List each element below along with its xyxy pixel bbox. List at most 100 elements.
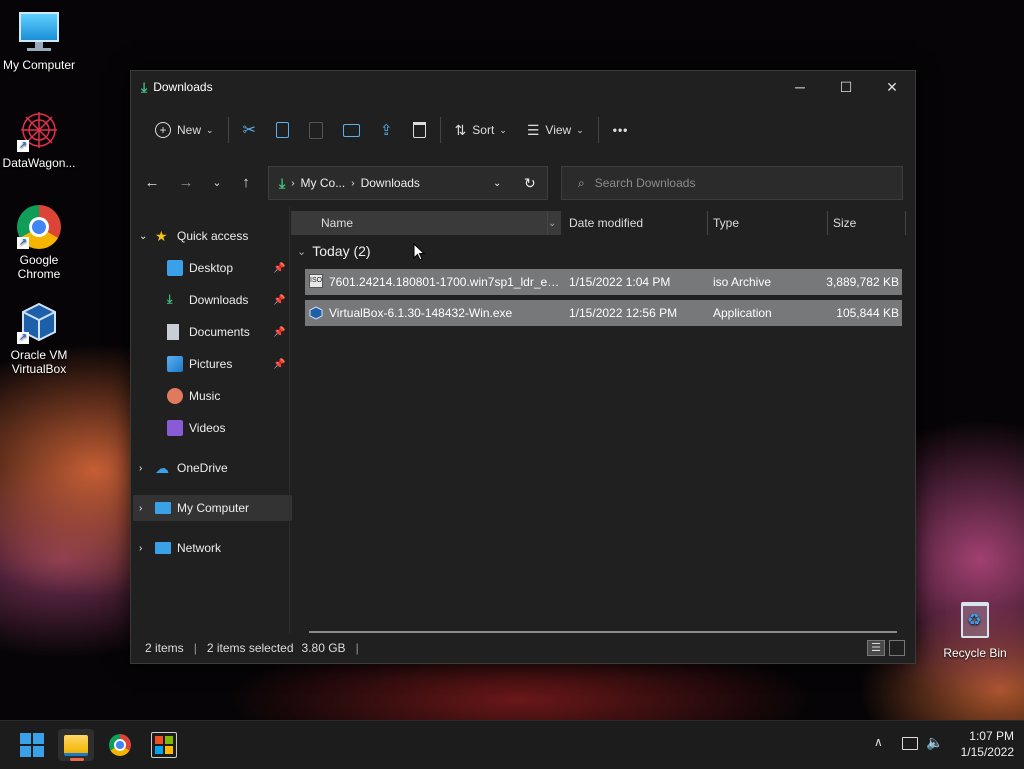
recent-locations-button[interactable]: ⌄ xyxy=(204,169,230,195)
search-box[interactable]: ⌕ Search Downloads xyxy=(561,166,903,200)
chevron-down-icon: ⌄ xyxy=(139,230,148,242)
breadcrumb-my-computer[interactable]: My Co... xyxy=(301,176,346,190)
share-button[interactable]: ⇪ xyxy=(370,115,403,145)
sidebar-label: Network xyxy=(177,541,222,555)
up-button[interactable]: ↑ xyxy=(233,169,259,195)
folder-icon xyxy=(64,734,88,756)
trash-icon xyxy=(412,122,426,138)
start-button[interactable] xyxy=(14,729,50,761)
column-header-size[interactable]: Size xyxy=(833,211,903,235)
desktop-icon-datawagon[interactable]: ↗ DataWagon... xyxy=(0,108,78,170)
desktop-icon xyxy=(167,260,183,276)
show-hidden-icons-chevron-icon[interactable]: ∧ xyxy=(874,735,883,749)
network-icon xyxy=(155,542,171,554)
column-header-type[interactable]: Type xyxy=(713,211,823,235)
pin-icon: 📌 xyxy=(273,295,286,306)
file-name: VirtualBox-6.1.30-148432-Win.exe xyxy=(329,306,513,320)
sidebar-label: Downloads xyxy=(189,293,249,307)
desktop-icon-label: DataWagon... xyxy=(2,156,76,170)
sidebar-item-desktop[interactable]: Desktop xyxy=(167,255,233,281)
pictures-icon xyxy=(167,356,183,372)
chevron-right-icon: › xyxy=(139,542,143,554)
taskbar-store[interactable] xyxy=(146,729,182,761)
rename-icon xyxy=(342,123,360,137)
sidebar-item-my-computer[interactable]: › My Computer xyxy=(133,495,292,521)
clock[interactable]: 1:07 PM 1/15/2022 xyxy=(950,728,1014,760)
sidebar-item-documents[interactable]: Documents xyxy=(167,319,250,345)
desktop-icon-recycle-bin[interactable]: ♻ Recycle Bin xyxy=(936,598,1014,660)
details-view-icon[interactable]: ☰ xyxy=(867,640,885,656)
sidebar-item-pictures[interactable]: Pictures xyxy=(167,351,232,377)
file-row[interactable]: ISO 7601.24214.180801-1700.win7sp1_ldr_e… xyxy=(305,269,902,295)
column-divider[interactable] xyxy=(905,211,906,235)
copy-button[interactable] xyxy=(266,115,299,145)
sidebar-item-music[interactable]: Music xyxy=(167,383,220,409)
column-divider[interactable] xyxy=(547,211,548,235)
network-tray-icon[interactable] xyxy=(902,737,918,750)
chevron-down-icon[interactable]: ⌄ xyxy=(548,218,556,229)
tiles-view-icon[interactable] xyxy=(889,640,905,656)
sidebar-label: OneDrive xyxy=(177,461,228,475)
monitor-icon xyxy=(155,502,171,514)
file-size: 3,889,782 KB xyxy=(826,275,899,289)
forward-button[interactable]: → xyxy=(173,169,199,195)
paste-button[interactable] xyxy=(299,115,333,145)
chevron-right-icon: › xyxy=(139,502,143,514)
sidebar-item-onedrive[interactable]: › ☁ OneDrive xyxy=(139,455,228,481)
sidebar-item-videos[interactable]: Videos xyxy=(167,415,225,441)
search-icon: ⌕ xyxy=(578,175,585,190)
music-icon xyxy=(167,388,183,404)
command-bar: + New ⌄ ✂ ⇪ ⇅ Sort ⌄ ☰ View ⌄ ••• xyxy=(131,109,915,151)
toolbar-divider xyxy=(597,117,599,143)
chevron-down-icon: ⌄ xyxy=(576,124,584,135)
address-history-chevron-icon[interactable]: ⌄ xyxy=(493,178,501,189)
desktop-icon-virtualbox[interactable]: ↗ Oracle VM VirtualBox xyxy=(0,300,78,376)
desktop-icon-google-chrome[interactable]: ↗ Google Chrome xyxy=(0,205,78,281)
cut-button[interactable]: ✂ xyxy=(233,115,266,145)
copy-icon xyxy=(275,122,289,138)
file-date: 1/15/2022 12:56 PM xyxy=(569,306,678,320)
back-button[interactable]: ← xyxy=(139,169,165,195)
view-button[interactable]: ☰ View ⌄ xyxy=(517,115,594,145)
new-button[interactable]: + New ⌄ xyxy=(145,115,224,145)
sidebar-label: Pictures xyxy=(189,357,233,371)
windows-logo-icon xyxy=(20,733,44,757)
minimize-button[interactable]: ─ xyxy=(777,71,823,103)
more-options-button[interactable]: ••• xyxy=(603,115,639,145)
breadcrumb-downloads[interactable]: Downloads xyxy=(361,176,420,190)
volume-icon[interactable]: 🔈 xyxy=(926,734,943,751)
file-explorer-window: ⤓ Downloads ─ ☐ ✕ + New ⌄ ✂ ⇪ ⇅ Sort ⌄ ☰… xyxy=(130,70,916,664)
desktop-icon-my-computer[interactable]: My Computer xyxy=(0,10,78,72)
column-header-name[interactable]: Name ⌄ xyxy=(291,211,561,235)
group-label: Today (2) xyxy=(312,243,371,259)
delete-button[interactable] xyxy=(403,115,436,145)
address-bar[interactable]: ⤓ › My Co... › Downloads ⌄ ↻ xyxy=(268,166,548,200)
scissors-icon: ✂ xyxy=(242,122,256,139)
refresh-icon[interactable]: ↻ xyxy=(524,175,536,192)
share-icon: ⇪ xyxy=(379,122,393,139)
monitor-icon xyxy=(17,10,61,54)
selected-size: 3.80 GB xyxy=(301,641,346,655)
column-label: Date modified xyxy=(569,216,644,230)
column-label: Name xyxy=(321,216,354,230)
taskbar-file-explorer[interactable] xyxy=(58,729,94,761)
sort-button[interactable]: ⇅ Sort ⌄ xyxy=(445,115,517,145)
file-row[interactable]: VirtualBox-6.1.30-148432-Win.exe 1/15/20… xyxy=(305,300,902,326)
column-divider[interactable] xyxy=(707,211,708,235)
cloud-icon: ☁ xyxy=(155,460,169,476)
group-header-today[interactable]: ⌄ Today (2) xyxy=(297,243,371,259)
column-divider[interactable] xyxy=(827,211,828,235)
maximize-button[interactable]: ☐ xyxy=(823,71,869,103)
sidebar-item-downloads[interactable]: ⤓ Downloads xyxy=(167,287,248,313)
close-button[interactable]: ✕ xyxy=(869,71,915,103)
sidebar-item-quick-access[interactable]: ⌄ ★ Quick access xyxy=(139,223,248,249)
rename-button[interactable] xyxy=(333,115,370,145)
pane-divider[interactable] xyxy=(289,207,290,633)
taskbar-chrome[interactable] xyxy=(102,729,138,761)
toolbar-divider xyxy=(227,117,229,143)
clock-date: 1/15/2022 xyxy=(960,745,1014,759)
desktop-icon-label: Oracle VM VirtualBox xyxy=(10,348,68,376)
column-header-date-modified[interactable]: Date modified xyxy=(569,211,707,235)
sidebar-item-network[interactable]: › Network xyxy=(139,535,221,561)
datawagon-icon: ↗ xyxy=(17,108,61,152)
